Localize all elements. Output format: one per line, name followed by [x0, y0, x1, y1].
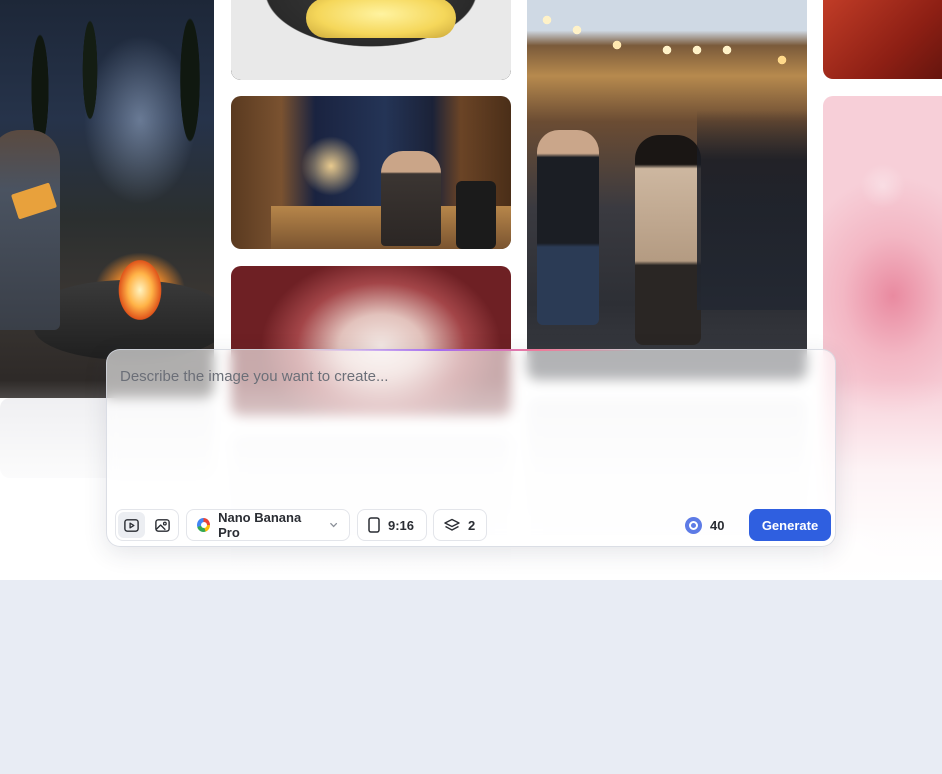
credits-display: 40 [685, 509, 724, 541]
aspect-ratio-selector[interactable]: 9:16 [357, 509, 427, 541]
image-icon [155, 518, 170, 532]
image-mode-button[interactable] [149, 512, 176, 538]
google-icon [197, 518, 211, 532]
credits-value: 40 [710, 517, 725, 533]
video-mode-button[interactable] [118, 512, 145, 538]
layers-icon [444, 518, 460, 531]
prompt-input[interactable] [120, 368, 820, 488]
page-background [0, 580, 942, 774]
aspect-ratio-label: 9:16 [388, 517, 415, 533]
gallery-image-butter[interactable] [231, 0, 511, 80]
prompt-panel: Nano Banana Pro 9:16 2 4 [106, 349, 836, 547]
chevron-down-icon [329, 522, 337, 528]
prompt-toolbar: Nano Banana Pro 9:16 2 40 Generate [115, 509, 831, 541]
model-label: Nano Banana Pro [218, 510, 302, 540]
credits-icon [685, 516, 702, 534]
gallery-image-market[interactable] [527, 0, 807, 380]
generate-button[interactable]: Generate [749, 509, 831, 541]
image-count-selector[interactable]: 2 [433, 509, 487, 541]
portrait-frame-icon [368, 517, 380, 533]
gallery-stage: Nano Banana Pro 9:16 2 4 [0, 0, 942, 580]
gallery-image-study[interactable] [231, 96, 511, 249]
gallery-image-campfire[interactable] [0, 0, 214, 398]
gallery-image-red[interactable] [823, 0, 942, 79]
panel-accent-line [307, 349, 637, 351]
image-count-label: 2 [468, 517, 476, 533]
mode-switch [115, 509, 179, 541]
model-selector[interactable]: Nano Banana Pro [186, 509, 350, 541]
video-icon [124, 518, 139, 532]
